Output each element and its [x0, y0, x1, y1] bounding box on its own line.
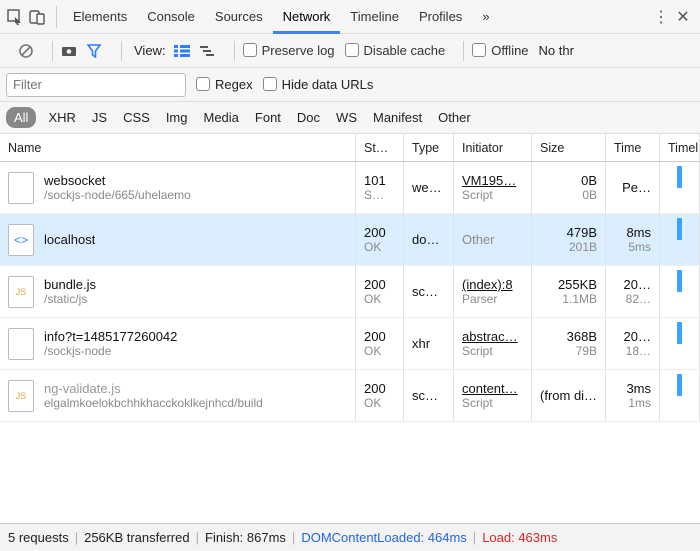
regex-checkbox[interactable]: Regex [196, 77, 253, 92]
waterfall-bar [677, 270, 682, 292]
type-other[interactable]: Other [430, 107, 479, 128]
filter-icon[interactable] [87, 44, 113, 58]
clear-icon[interactable] [18, 43, 44, 59]
waterfall-view-icon[interactable] [200, 45, 226, 57]
tab-elements[interactable]: Elements [63, 0, 137, 34]
capture-screenshot-icon[interactable] [61, 45, 87, 57]
device-mode-icon[interactable] [28, 8, 50, 26]
large-rows-icon[interactable] [174, 45, 200, 57]
col-initiator[interactable]: Initiator [454, 134, 532, 161]
col-waterfall[interactable]: Timel [660, 134, 700, 161]
throttle-select[interactable]: No thr [539, 43, 574, 58]
file-icon: <> [8, 224, 34, 256]
hide-data-urls-checkbox[interactable]: Hide data URLs [263, 77, 374, 92]
type-css[interactable]: CSS [115, 107, 158, 128]
tab-profiles[interactable]: Profiles [409, 0, 472, 34]
type-xhr[interactable]: XHR [40, 107, 83, 128]
preserve-log-checkbox[interactable]: Preserve log [243, 43, 335, 58]
type-all[interactable]: All [6, 107, 36, 128]
record-button[interactable] [8, 43, 18, 58]
table-row[interactable]: <> localhost 200OK do… Other 479B201B 8m… [0, 214, 700, 266]
table-row[interactable]: websocket/sockjs-node/665/uhelaemo 101S…… [0, 162, 700, 214]
type-manifest[interactable]: Manifest [365, 107, 430, 128]
tab-sources[interactable]: Sources [205, 0, 273, 34]
kebab-menu-icon[interactable]: ⋮ [650, 7, 672, 27]
table-row[interactable]: JS ng-validate.jselgalmkoelokbchhkhaccko… [0, 370, 700, 422]
network-table: Name St… Type Initiator Size Time Timel … [0, 134, 700, 514]
waterfall-bar [677, 322, 682, 344]
table-header: Name St… Type Initiator Size Time Timel [0, 134, 700, 162]
type-doc[interactable]: Doc [289, 107, 328, 128]
file-icon: JS [8, 276, 34, 308]
file-icon [8, 172, 34, 204]
waterfall-bar [677, 166, 682, 188]
type-ws[interactable]: WS [328, 107, 365, 128]
disable-cache-checkbox[interactable]: Disable cache [345, 43, 446, 58]
type-img[interactable]: Img [158, 107, 196, 128]
devtools-tabbar: ElementsConsoleSourcesNetworkTimelinePro… [0, 0, 700, 34]
type-font[interactable]: Font [247, 107, 289, 128]
inspect-icon[interactable] [6, 8, 28, 26]
separator [56, 6, 57, 28]
status-dcl: DOMContentLoaded: 464ms [301, 530, 466, 545]
offline-checkbox[interactable]: Offline [472, 43, 528, 58]
status-load: Load: 463ms [482, 530, 557, 545]
file-icon: JS [8, 380, 34, 412]
table-row[interactable]: info?t=1485177260042/sockjs-node 200OK x… [0, 318, 700, 370]
col-name[interactable]: Name [0, 134, 356, 161]
status-finish: Finish: 867ms [205, 530, 286, 545]
type-media[interactable]: Media [195, 107, 246, 128]
waterfall-bar [677, 374, 682, 396]
col-time[interactable]: Time [606, 134, 660, 161]
col-size[interactable]: Size [532, 134, 606, 161]
tab-network[interactable]: Network [273, 0, 341, 34]
status-bar: 5 requests | 256KB transferred | Finish:… [0, 523, 700, 551]
filter-bar: Regex Hide data URLs [0, 68, 700, 102]
view-label: View: [134, 43, 166, 58]
status-transferred: 256KB transferred [84, 530, 190, 545]
col-type[interactable]: Type [404, 134, 454, 161]
network-toolbar: View: Preserve log Disable cache Offline… [0, 34, 700, 68]
table-row[interactable]: JS bundle.js/static/js 200OK sc… (index)… [0, 266, 700, 318]
filter-input[interactable] [6, 73, 186, 97]
type-js[interactable]: JS [84, 107, 115, 128]
tabs: ElementsConsoleSourcesNetworkTimelinePro… [63, 0, 472, 34]
table-body: websocket/sockjs-node/665/uhelaemo 101S…… [0, 162, 700, 514]
tab-timeline[interactable]: Timeline [340, 0, 409, 34]
file-icon [8, 328, 34, 360]
request-type-bar: AllXHRJSCSSImgMediaFontDocWSManifestOthe… [0, 102, 700, 134]
status-requests: 5 requests [8, 530, 69, 545]
col-status[interactable]: St… [356, 134, 404, 161]
tab-console[interactable]: Console [137, 0, 205, 34]
close-icon[interactable]: ✕ [672, 7, 694, 27]
waterfall-bar [677, 218, 682, 240]
tabs-overflow-icon[interactable]: » [472, 0, 499, 34]
